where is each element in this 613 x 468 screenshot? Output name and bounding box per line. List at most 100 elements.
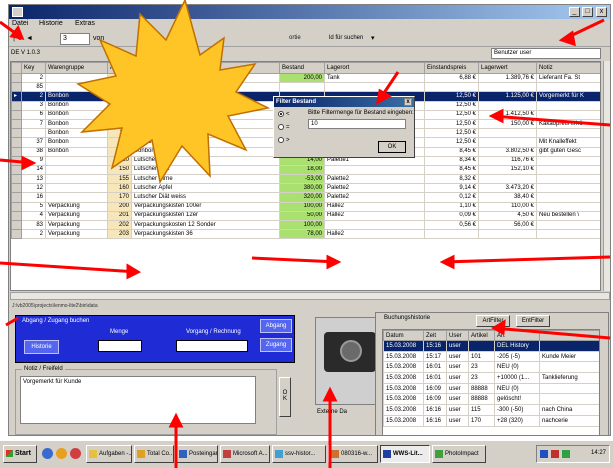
grid-row-indicator[interactable] bbox=[11, 137, 22, 148]
grid-cell-key[interactable]: 9 bbox=[21, 155, 46, 166]
grid-header-location[interactable]: Lagerort bbox=[324, 62, 425, 74]
history-cell-time[interactable]: 16:09 bbox=[423, 382, 447, 395]
grid-cell-cost[interactable]: 0,56 € bbox=[424, 219, 479, 231]
grid-cell-note[interactable] bbox=[536, 128, 600, 139]
grid-row-indicator[interactable] bbox=[11, 100, 22, 111]
history-row[interactable]: 15.03.2008 15:16 user DEL History bbox=[383, 340, 599, 352]
grid-cell-key[interactable]: 2 bbox=[21, 91, 46, 102]
taskbar-button[interactable]: ssv-histor... bbox=[272, 445, 326, 463]
grid-cell-name[interactable]: Bonbon Nikolaus bbox=[131, 128, 280, 139]
grid-cell-cost[interactable]: 9,14 € bbox=[424, 183, 479, 194]
taskbar-button[interactable]: Microsoft A... bbox=[220, 445, 270, 463]
grid-cell-group[interactable]: Verpackung bbox=[45, 201, 108, 212]
radio-less-than[interactable]: < bbox=[278, 111, 304, 118]
grid-cell-location[interactable] bbox=[324, 164, 425, 176]
grid-row-indicator[interactable] bbox=[11, 183, 22, 194]
grid-cell-cost[interactable]: 1,10 € bbox=[424, 201, 479, 212]
history-row[interactable]: 15.03.2008 16:01 user 23 NEU (0) bbox=[383, 361, 599, 374]
grid-cell-stock[interactable]: 100,00 bbox=[279, 201, 325, 212]
grid-cell-value[interactable] bbox=[478, 100, 537, 111]
notes-textarea[interactable]: Vorgemerkt für Kunde bbox=[20, 376, 256, 424]
history-cell-user[interactable]: user bbox=[446, 340, 469, 352]
grid-cell-name[interactable]: Verpackungskosten 12 Sonder bbox=[131, 219, 280, 231]
history-cell-date[interactable]: 15.03.2008 bbox=[383, 414, 424, 427]
grid-cell-value[interactable]: 110,00 € bbox=[478, 201, 537, 212]
history-row[interactable]: 15.03.2008 16:16 user 115 -300 (-50) nach Chi… bbox=[383, 404, 599, 416]
grid-cell-name[interactable]: Verpackungskisten 100er bbox=[131, 201, 280, 212]
grid-cell-value[interactable]: 38,40 € bbox=[478, 192, 537, 203]
grid-cell-group[interactable]: Bonbon bbox=[45, 100, 108, 111]
grid-cell-artnr[interactable]: 150 bbox=[107, 164, 132, 176]
taskbar-button[interactable]: WWS-Lit... bbox=[380, 445, 430, 463]
grid-header-name[interactable] bbox=[131, 62, 280, 74]
grid-cell-name[interactable]: Bonbon Kakao bbox=[131, 118, 280, 130]
horizontal-scrollbar[interactable] bbox=[10, 292, 610, 300]
history-cell-art[interactable]: +10000 (1... bbox=[494, 372, 540, 384]
grid-row-indicator[interactable] bbox=[11, 201, 22, 212]
record-number-input[interactable]: 3 bbox=[60, 33, 90, 45]
grid-header-stock[interactable]: Bestand bbox=[279, 62, 325, 74]
table-row[interactable]: 12 160 Lutscher Apfel 380,00 Palette2 9,14 €3… bbox=[11, 183, 600, 194]
grid-cell-note[interactable] bbox=[536, 201, 600, 212]
minimize-button[interactable]: _ bbox=[569, 7, 580, 17]
history-cell-article[interactable]: 88888 bbox=[468, 382, 495, 395]
grid-cell-value[interactable]: 4,50 € bbox=[478, 210, 537, 222]
history-cell-date[interactable]: 15.03.2008 bbox=[383, 361, 424, 374]
grid-cell-cost[interactable]: 12,50 € bbox=[424, 109, 479, 120]
grid-header-value[interactable]: Lagerwert bbox=[478, 62, 537, 74]
grid-cell-note[interactable] bbox=[536, 100, 600, 111]
folder-quicklaunch-icon[interactable] bbox=[56, 448, 67, 459]
grid-cell-group[interactable] bbox=[45, 183, 108, 194]
history-cell-date[interactable]: 15.03.2008 bbox=[383, 340, 424, 352]
history-cell-time[interactable]: 16:09 bbox=[423, 393, 447, 406]
vorgang-input[interactable] bbox=[176, 340, 248, 352]
grid-cell-stock[interactable]: 200,00 bbox=[279, 72, 325, 84]
grid-cell-location[interactable]: Palette2 bbox=[324, 174, 425, 185]
grid-cell-key[interactable]: 14 bbox=[21, 164, 46, 176]
grid-cell-value[interactable] bbox=[478, 174, 537, 185]
notes-ok-button[interactable]: O K bbox=[279, 377, 291, 417]
grid-cell-group[interactable] bbox=[45, 174, 108, 185]
grid-header-artnr[interactable]: ArtNr bbox=[107, 62, 132, 74]
grid-cell-artnr[interactable]: 201 bbox=[107, 210, 132, 222]
grid-row-indicator[interactable] bbox=[11, 219, 22, 231]
grid-cell-name[interactable]: Bonbon Kamille bbox=[131, 109, 280, 120]
grid-cell-note[interactable] bbox=[536, 155, 600, 166]
grid-cell-value[interactable] bbox=[478, 82, 537, 93]
history-header-user[interactable]: User bbox=[446, 330, 469, 341]
dialog-ok-button[interactable]: OK bbox=[378, 141, 406, 153]
grid-cell-cost[interactable] bbox=[424, 82, 479, 93]
grid-header-note[interactable]: Notiz bbox=[536, 62, 600, 74]
grid-cell-note[interactable] bbox=[536, 229, 600, 240]
grid-cell-group[interactable]: Bonbon bbox=[45, 137, 108, 148]
grid-cell-cost[interactable]: 12,50 € bbox=[424, 118, 479, 130]
grid-cell-cost[interactable]: 12,50 € bbox=[424, 137, 479, 148]
history-cell-art[interactable]: +28 (320) bbox=[494, 414, 540, 427]
history-cell-art[interactable]: NEU (0) bbox=[494, 361, 540, 374]
grid-cell-cost[interactable]: 6,88 € bbox=[424, 72, 479, 84]
grid-cell-name[interactable]: Bonbon rot bbox=[131, 91, 280, 102]
grid-cell-name[interactable]: Verpackungskisten 12er bbox=[131, 210, 280, 222]
grid-cell-value[interactable]: 1.389,76 € bbox=[478, 72, 537, 84]
grid-cell-key[interactable]: 7 bbox=[21, 118, 46, 130]
history-cell-time[interactable]: 16:01 bbox=[423, 361, 447, 374]
menge-input[interactable] bbox=[98, 340, 142, 352]
grid-cell-location[interactable]: Halle2 bbox=[324, 229, 425, 240]
dialog-title[interactable]: Filter Bestand x bbox=[274, 97, 414, 107]
grid-cell-note[interactable]: gibt guten Gesc bbox=[536, 146, 600, 157]
grid-cell-cost[interactable]: 8,32 € bbox=[424, 174, 479, 185]
history-row[interactable]: 15.03.2008 15:17 user 101 -205 (-5) Kunde Mei… bbox=[383, 350, 599, 363]
grid-cell-note[interactable]: Vorgemerkt für K bbox=[536, 91, 600, 102]
first-record-icon[interactable]: |◄ bbox=[13, 34, 22, 44]
grid-cell-group[interactable]: Bonbon bbox=[45, 109, 108, 120]
grid-cell-value[interactable]: 56,00 € bbox=[478, 219, 537, 231]
grid-cell-cost[interactable]: 12,50 € bbox=[424, 91, 479, 102]
grid-cell-cost[interactable] bbox=[424, 229, 479, 240]
grid-cell-artnr[interactable]: 110 bbox=[107, 128, 132, 139]
grid-row-indicator[interactable]: ▸ bbox=[11, 91, 22, 102]
grid-cell-cost[interactable]: 12,50 € bbox=[424, 100, 479, 111]
history-cell-article[interactable] bbox=[468, 340, 495, 352]
grid-cell-artnr[interactable]: 200 bbox=[107, 201, 132, 212]
history-cell-art[interactable]: NEU (0) bbox=[494, 382, 540, 395]
grid-cell-note[interactable]: Neu bestellen \ bbox=[536, 210, 600, 222]
